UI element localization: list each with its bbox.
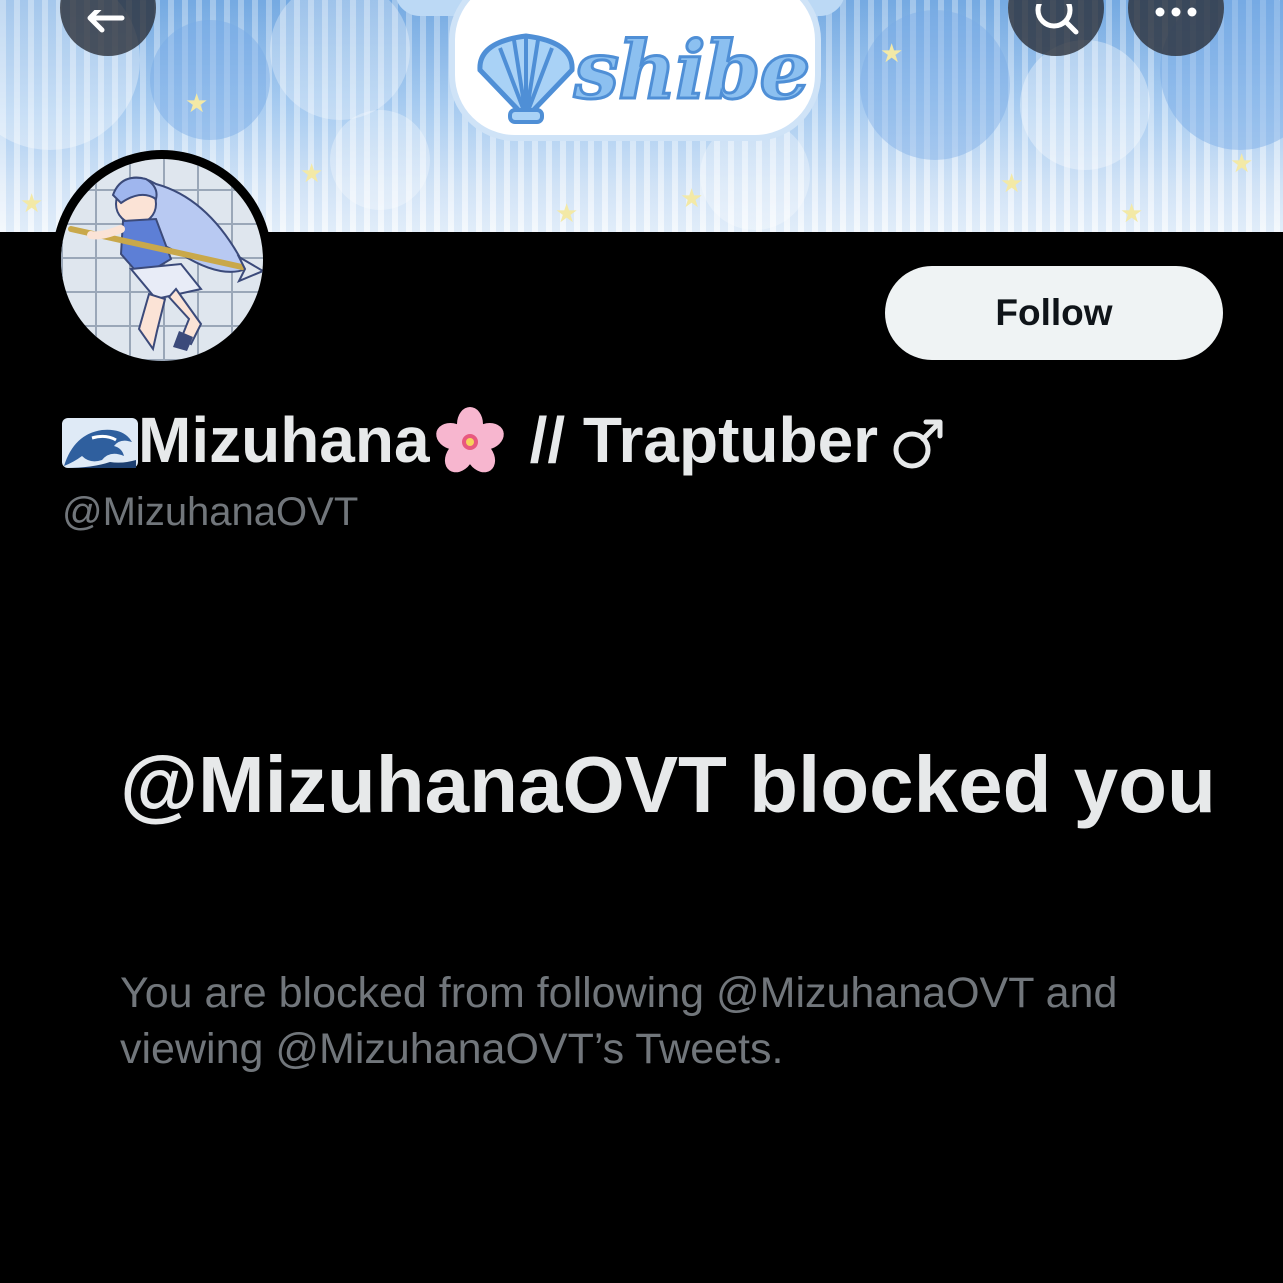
banner-logo-text: shibe (572, 23, 811, 117)
blocked-description: You are blocked from following @Mizuhana… (120, 969, 1118, 1073)
user-handle: @MizuhanaOVT (62, 490, 359, 534)
arrow-left-icon (87, 10, 125, 33)
search-icon (1035, 4, 1079, 35)
avatar-image (61, 159, 263, 361)
water-wave-icon (62, 404, 138, 476)
follow-button[interactable]: Follow (885, 266, 1223, 360)
display-name: Mizuhana // Traptuber (62, 400, 952, 480)
cherry-blossom-icon (430, 404, 510, 476)
more-horizontal-icon (1155, 7, 1197, 17)
male-sign-icon (888, 404, 952, 476)
shell-icon (477, 33, 575, 124)
display-name-text: Mizuhana (138, 404, 430, 476)
blocked-title: @MizuhanaOVT blocked you (120, 740, 1216, 829)
avatar[interactable] (52, 150, 272, 370)
display-name-suffix: // Traptuber (529, 404, 879, 476)
